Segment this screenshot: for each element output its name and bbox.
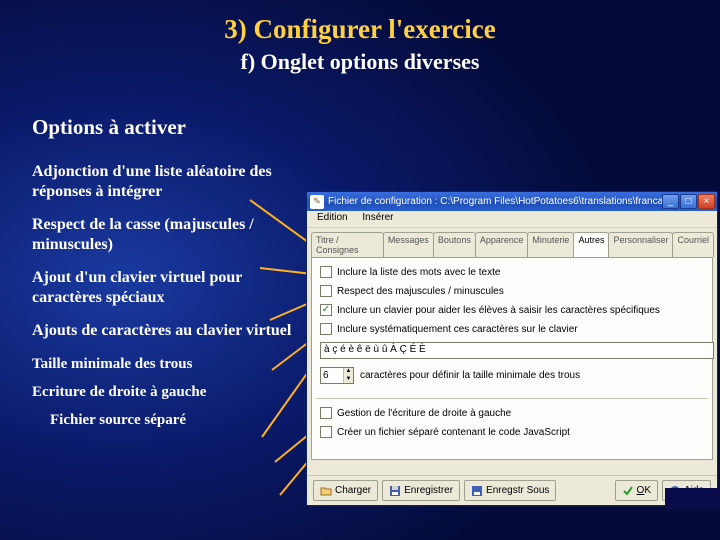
window-title: Fichier de configuration : C:\Program Fi… bbox=[328, 196, 662, 207]
save-button[interactable]: Enregistrer bbox=[382, 480, 460, 501]
close-button[interactable]: × bbox=[698, 194, 715, 209]
checkbox-icon bbox=[320, 285, 332, 297]
tab-messages[interactable]: Messages bbox=[383, 232, 434, 257]
keyboard-chars-input[interactable]: à ç é è ê ë ù û À Ç É È bbox=[320, 342, 714, 359]
check-separate-js[interactable]: Créer un fichier séparé contenant le cod… bbox=[320, 426, 704, 438]
config-dialog: ✎ Fichier de configuration : C:\Program … bbox=[306, 191, 718, 506]
checkbox-icon bbox=[320, 407, 332, 419]
tab-personnaliser[interactable]: Personnaliser bbox=[608, 232, 673, 257]
tab-autres[interactable]: Autres bbox=[573, 232, 609, 257]
tab-apparence[interactable]: Apparence bbox=[475, 232, 529, 257]
checkbox-icon bbox=[320, 323, 332, 335]
floppy-icon bbox=[389, 485, 401, 497]
menu-inserer[interactable]: Insérer bbox=[356, 211, 399, 224]
slide-subtitle: f) Onglet options diverses bbox=[0, 49, 720, 75]
check-case-sensitive[interactable]: Respect des majuscules / minuscules bbox=[320, 285, 704, 297]
ok-label: K bbox=[644, 485, 651, 496]
callout-5: Taille minimale des trous bbox=[32, 355, 304, 373]
menu-bar: Edition Insérer bbox=[307, 211, 717, 228]
check-include-keyboard[interactable]: ✓ Inclure un clavier pour aider les élèv… bbox=[320, 304, 704, 316]
check-rtl[interactable]: Gestion de l'écriture de droite à gauche bbox=[320, 407, 704, 419]
tab-courriel[interactable]: Courriel bbox=[672, 232, 714, 257]
checkbox-icon: ✓ bbox=[320, 304, 332, 316]
slide-title: 3) Configurer l'exercice bbox=[0, 0, 720, 45]
left-column: Options à activer Adjonction d'une liste… bbox=[32, 115, 304, 440]
checkbox-icon bbox=[320, 426, 332, 438]
min-gap-value[interactable] bbox=[321, 368, 343, 383]
save-as-button[interactable]: Enregstr Sous bbox=[464, 480, 556, 501]
tab-boutons[interactable]: Boutons bbox=[433, 232, 476, 257]
divider bbox=[316, 398, 708, 399]
section-heading: Options à activer bbox=[32, 115, 304, 140]
spin-down-icon[interactable]: ▼ bbox=[343, 376, 353, 384]
app-icon: ✎ bbox=[310, 195, 324, 209]
check-always-chars[interactable]: Inclure systématiquement ces caractères … bbox=[320, 323, 704, 335]
load-button[interactable]: Charger bbox=[313, 480, 378, 501]
tab-titre[interactable]: Titre / Consignes bbox=[311, 232, 384, 257]
min-gap-label: caractères pour définir la taille minima… bbox=[360, 370, 580, 381]
callout-3: Ajout d'un clavier virtuel pour caractèr… bbox=[32, 268, 304, 307]
tab-panel: Inclure la liste des mots avec le texte … bbox=[311, 257, 713, 460]
tab-strip: Titre / Consignes Messages Boutons Appar… bbox=[307, 228, 717, 257]
tab-minuterie[interactable]: Minuterie bbox=[527, 232, 574, 257]
slide-corner-accent bbox=[665, 488, 720, 510]
min-gap-size-spinner[interactable]: ▲▼ bbox=[320, 367, 354, 384]
checkbox-icon bbox=[320, 266, 332, 278]
spin-up-icon[interactable]: ▲ bbox=[343, 368, 353, 376]
ok-button[interactable]: OK bbox=[615, 480, 658, 501]
callout-6: Ecriture de droite à gauche bbox=[32, 383, 304, 401]
menu-edition[interactable]: Edition bbox=[311, 211, 354, 224]
folder-open-icon bbox=[320, 485, 332, 497]
check-icon bbox=[622, 485, 634, 497]
callout-4: Ajouts de caractères au clavier virtuel bbox=[32, 321, 304, 341]
titlebar[interactable]: ✎ Fichier de configuration : C:\Program … bbox=[307, 192, 717, 211]
callout-2: Respect de la casse (majuscules / minusc… bbox=[32, 215, 304, 254]
maximize-button[interactable]: □ bbox=[680, 194, 697, 209]
callout-1: Adjonction d'une liste aléatoire des rép… bbox=[32, 162, 304, 201]
button-bar: Charger Enregistrer Enregstr Sous OK ? A bbox=[307, 475, 717, 505]
check-include-word-list[interactable]: Inclure la liste des mots avec le texte bbox=[320, 266, 704, 278]
callout-7: Fichier source séparé bbox=[50, 411, 304, 429]
floppy-arrow-icon bbox=[471, 485, 483, 497]
minimize-button[interactable]: _ bbox=[662, 194, 679, 209]
